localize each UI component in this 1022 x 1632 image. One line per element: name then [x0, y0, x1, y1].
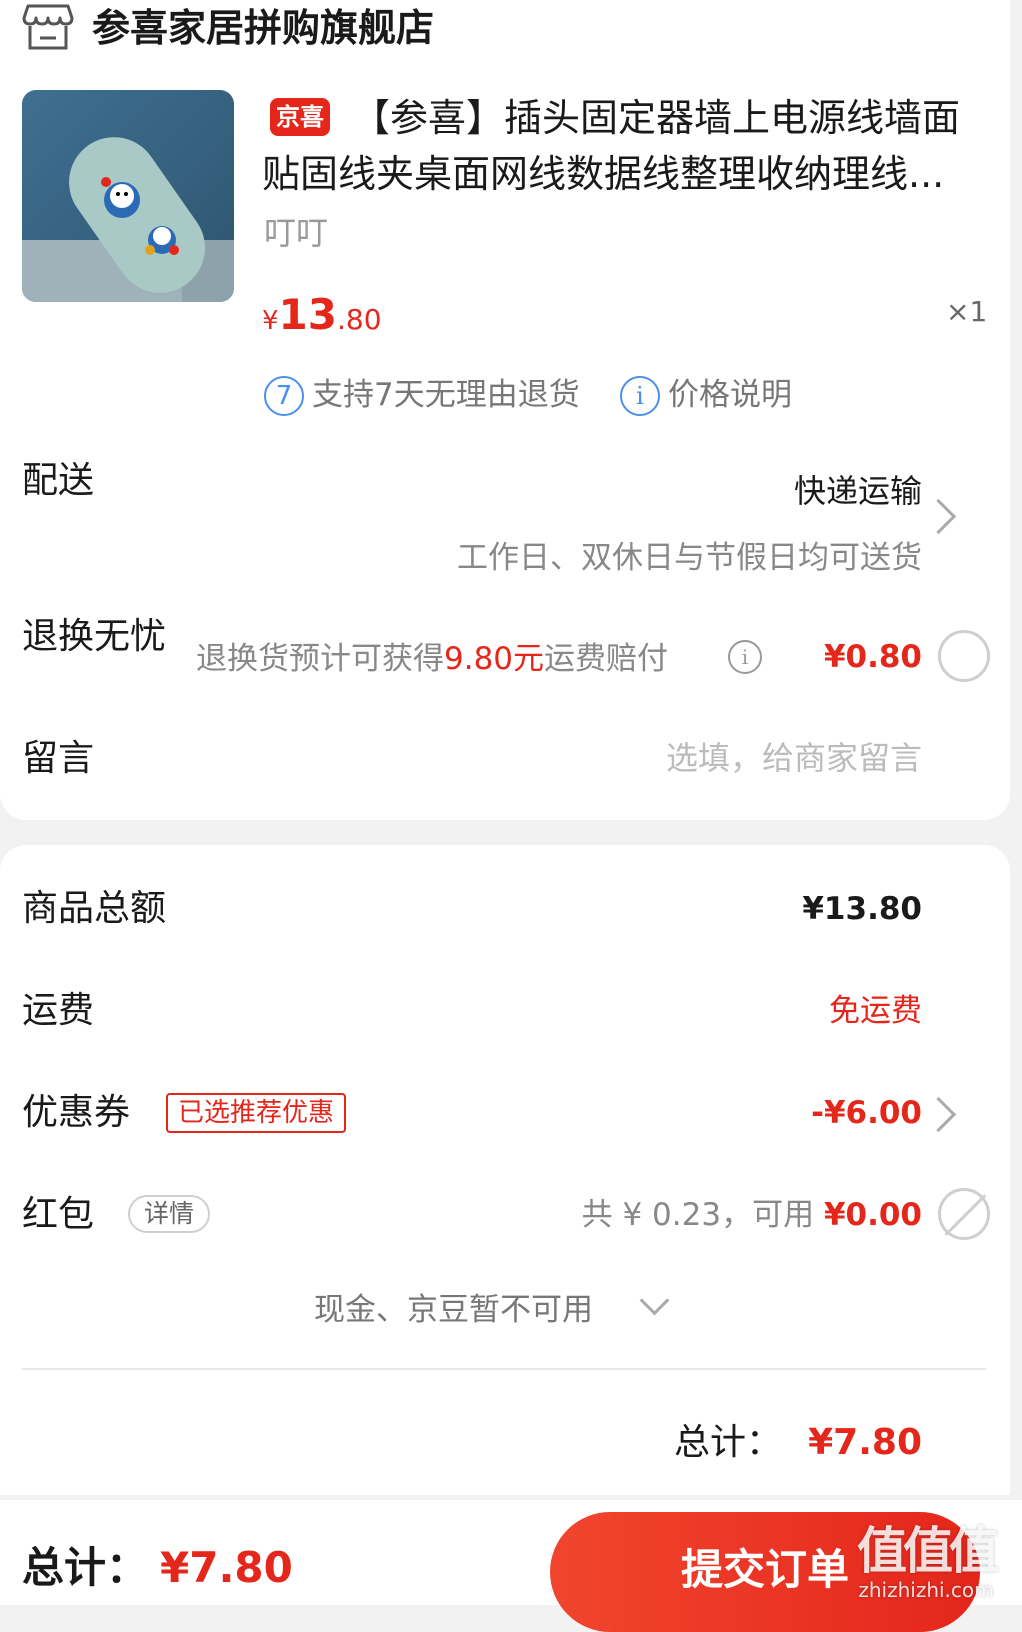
delivery-note[interactable]: 工作日、双休日与节假日均可送货 [457, 535, 922, 581]
return-insurance-radio[interactable] [938, 630, 990, 682]
redpacket-total: 共 ¥ 0.23，可用 [581, 1197, 815, 1233]
info-icon[interactable]: i [728, 640, 762, 674]
redpacket-amount: 共 ¥ 0.23，可用 ¥0.00 [582, 1192, 922, 1238]
product-title-line1[interactable]: 【参喜】插头固定器墙上电源线墙面 [352, 90, 960, 146]
seven-day-return-icon: 7 [264, 376, 304, 416]
delivery-method[interactable]: 快递运输 [794, 468, 922, 514]
price-decimal: .80 [337, 303, 382, 336]
cash-beans-note[interactable]: 现金、京豆暂不可用 [314, 1287, 593, 1333]
redpacket-label: 红包 [22, 1194, 95, 1235]
product-title-line2[interactable]: 贴固线夹桌面网线数据线整理收纳理线... [262, 146, 944, 202]
coupon-recommended-tag: 已选推荐优惠 [166, 1093, 347, 1133]
freight-value: 免运费 [829, 993, 922, 1029]
summary-total-label: 总计： [673, 1422, 782, 1463]
product-price: ¥13.80 [262, 290, 382, 349]
summary-total-value: ¥7.80 [808, 1422, 922, 1463]
redpacket-detail-button[interactable]: 详情 [128, 1195, 211, 1233]
watermark: 值值值 zhizhizhi.com [846, 1523, 1006, 1601]
jingxi-tag: 京喜 [270, 98, 330, 136]
product-variant: 叮叮 [264, 214, 329, 252]
goods-total-value: ¥13.80 [802, 891, 922, 927]
return-insurance-desc: 退换货预计可获得9.80元运费赔付 [196, 636, 668, 682]
coupon-label: 优惠券 [22, 1092, 131, 1133]
price-explanation-link[interactable]: 价格说明 [668, 372, 792, 418]
message-label: 留言 [22, 738, 95, 779]
summary-card [0, 845, 1010, 1495]
bottom-total-value: ¥7.80 [160, 1543, 293, 1592]
redpacket-available: ¥0.00 [823, 1197, 922, 1233]
redpacket-disabled-radio [938, 1188, 990, 1240]
message-input[interactable]: 选填，给商家留言 [666, 735, 922, 781]
delivery-label: 配送 [22, 460, 95, 501]
freight-label: 运费 [22, 990, 95, 1031]
watermark-url: zhizhizhi.com [858, 1578, 994, 1602]
goods-total-label: 商品总额 [22, 888, 167, 929]
coupon-value[interactable]: -¥6.00 [811, 1090, 922, 1136]
info-icon: i [620, 376, 660, 416]
return-insurance-label: 退换无忧 [22, 616, 167, 657]
price-integer: 13 [278, 290, 337, 339]
price-symbol: ¥ [262, 306, 279, 336]
bottom-total-label: 总计： [22, 1543, 149, 1592]
store-icon [22, 4, 74, 50]
product-thumbnail[interactable] [22, 90, 234, 302]
product-quantity: ×1 [946, 295, 988, 328]
return-desc-pre: 退换货预计可获得 [196, 641, 444, 677]
return-desc-post: 运费赔付 [544, 641, 669, 677]
return-desc-amount: 9.80元 [444, 641, 545, 677]
store-name[interactable]: 参喜家居拼购旗舰店 [92, 4, 434, 52]
seven-day-return-text[interactable]: 支持7天无理由退货 [312, 372, 580, 418]
return-insurance-price: ¥0.80 [823, 639, 922, 675]
watermark-logo: 值值值 [857, 1522, 999, 1580]
divider [22, 1368, 986, 1370]
